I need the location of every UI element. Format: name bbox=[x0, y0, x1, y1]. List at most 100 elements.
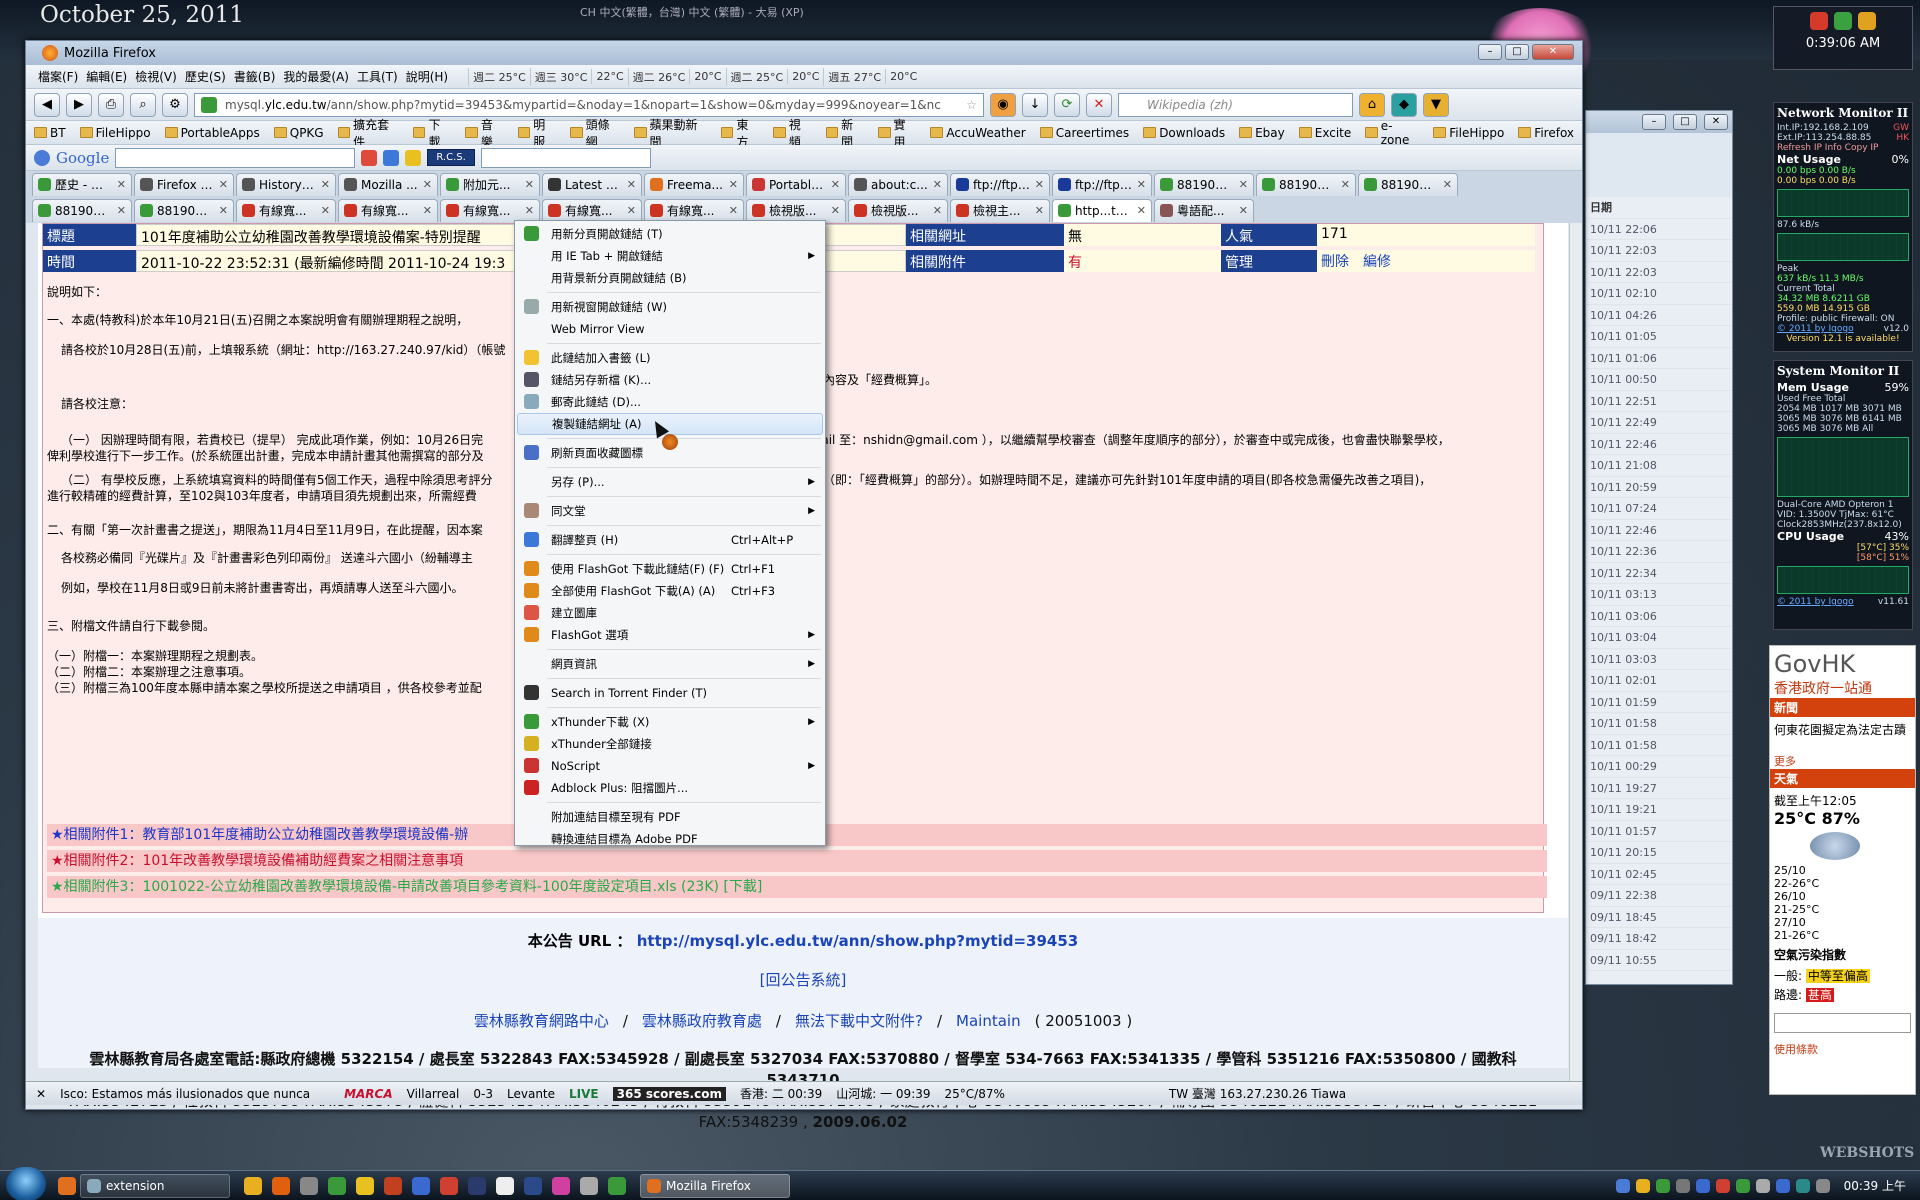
date-row[interactable]: 10/11 03:04 bbox=[1586, 627, 1732, 649]
tab[interactable]: Latest S... ✕ bbox=[542, 172, 642, 196]
bookmark-item[interactable]: Downloads bbox=[1143, 126, 1225, 140]
minimize-button[interactable]: – bbox=[1478, 44, 1502, 60]
date-row[interactable]: 10/11 21:08 bbox=[1586, 455, 1732, 477]
tab[interactable]: 檢視版... ✕ bbox=[848, 198, 948, 222]
weather-item[interactable]: 20°C bbox=[885, 69, 921, 84]
date-row[interactable]: 09/11 10:55 bbox=[1586, 950, 1732, 971]
quicklaunch-app-icon[interactable] bbox=[384, 1176, 402, 1195]
tab[interactable]: Firefox -... ✕ bbox=[134, 172, 234, 196]
firefox-quicklaunch-icon[interactable] bbox=[58, 1176, 76, 1195]
date-row[interactable]: 10/11 19:27 bbox=[1586, 778, 1732, 799]
menu-item[interactable]: 工具(T) bbox=[353, 68, 402, 85]
rss-button[interactable]: ◉ bbox=[990, 92, 1016, 117]
tab[interactable]: 881903.... ✕ bbox=[1256, 172, 1356, 196]
taskbar-firefox-window[interactable]: Mozilla Firefox bbox=[640, 1173, 790, 1198]
tab[interactable]: 881903.... ✕ bbox=[32, 198, 132, 222]
date-row[interactable]: 10/11 22:03 bbox=[1586, 262, 1732, 283]
news-ticker[interactable]: Isco: Estamos más ilusionados que nunca bbox=[60, 1087, 330, 1101]
tab-close-icon[interactable]: ✕ bbox=[831, 204, 840, 217]
date-row[interactable]: 09/11 18:42 bbox=[1586, 928, 1732, 950]
close-button[interactable]: ✕ bbox=[1532, 44, 1574, 60]
date-row[interactable]: 10/11 03:06 bbox=[1586, 606, 1732, 627]
quicklaunch-app-icon[interactable] bbox=[552, 1176, 570, 1195]
context-menu-item[interactable]: 建立圖庫 bbox=[517, 602, 823, 624]
reload-button[interactable]: ⟳ bbox=[1054, 92, 1080, 117]
restart-icon[interactable] bbox=[1834, 12, 1852, 30]
quicklaunch-app-icon[interactable] bbox=[328, 1176, 346, 1195]
tab-close-icon[interactable]: ✕ bbox=[933, 178, 942, 191]
forward-button[interactable]: ▶ bbox=[66, 92, 92, 117]
extension-button[interactable]: ◆ bbox=[1391, 92, 1417, 117]
bookmark-item[interactable]: BT bbox=[34, 126, 66, 140]
context-menu-item[interactable]: Search in Torrent Finder (T) bbox=[517, 682, 823, 704]
edit-link[interactable]: 編修 bbox=[1363, 251, 1391, 271]
context-menu-item[interactable]: 鏈結另存新檔 (K)... bbox=[517, 369, 823, 391]
menu-item[interactable]: 書籤(B) bbox=[230, 68, 280, 85]
tab[interactable]: 有線寬... ✕ bbox=[542, 198, 642, 222]
context-menu-item[interactable]: NoScript ▶ bbox=[517, 755, 823, 777]
quicklaunch-app-icon[interactable] bbox=[580, 1176, 598, 1195]
tab[interactable]: about:c... ✕ bbox=[848, 172, 948, 196]
tab-close-icon[interactable]: ✕ bbox=[729, 178, 738, 191]
tab-close-icon[interactable]: ✕ bbox=[117, 204, 126, 217]
weather-item[interactable]: 20°C bbox=[787, 69, 823, 84]
weather-item[interactable]: 週三 30°C bbox=[529, 67, 592, 86]
live-badge[interactable]: LIVE bbox=[569, 1087, 599, 1101]
tab-close-icon[interactable]: ✕ bbox=[1239, 178, 1248, 191]
ime-indicator[interactable]: CH 中文(繁體，台灣) 中文 (繁體) - 大易 (XP) bbox=[580, 4, 804, 20]
tab-close-icon[interactable]: ✕ bbox=[219, 178, 228, 191]
tab-close-icon[interactable]: ✕ bbox=[627, 178, 636, 191]
maximize-button[interactable]: □ bbox=[1673, 114, 1697, 130]
context-menu-item[interactable]: 用新分頁開啟鏈結 (T) bbox=[517, 223, 823, 245]
date-row[interactable]: 10/11 22:34 bbox=[1586, 563, 1732, 584]
date-row[interactable]: 10/11 20:59 bbox=[1586, 477, 1732, 498]
tab[interactable]: 有線寬... ✕ bbox=[236, 198, 336, 222]
date-row[interactable]: 10/11 03:13 bbox=[1586, 584, 1732, 606]
tab-close-icon[interactable]: ✕ bbox=[933, 204, 942, 217]
weather-item[interactable]: 週二 25°C bbox=[725, 67, 788, 86]
translate-icon[interactable] bbox=[383, 149, 400, 166]
context-menu-item[interactable]: 轉換連結目標為 Adobe PDF bbox=[517, 828, 823, 850]
date-row[interactable]: 10/11 22:46 bbox=[1586, 520, 1732, 541]
find-button[interactable]: ⌕ bbox=[130, 92, 156, 117]
tab[interactable]: History ... ✕ bbox=[236, 172, 336, 196]
context-menu-item[interactable]: xThunder全部鏈接 bbox=[517, 733, 823, 755]
google-toolbar-icon[interactable] bbox=[34, 149, 50, 166]
quicklaunch-app-icon[interactable] bbox=[608, 1176, 626, 1195]
tab-close-icon[interactable]: ✕ bbox=[1137, 178, 1146, 191]
tab[interactable]: 有線寬... ✕ bbox=[440, 198, 540, 222]
bookmark-item[interactable]: e-zone bbox=[1365, 119, 1419, 147]
date-row[interactable]: 10/11 02:10 bbox=[1586, 283, 1732, 305]
weather-item[interactable]: 週二 25°C bbox=[468, 67, 530, 86]
close-ticker-icon[interactable]: ✕ bbox=[36, 1087, 46, 1101]
date-row[interactable]: 10/11 22:06 bbox=[1586, 219, 1732, 240]
date-row[interactable]: 10/11 07:24 bbox=[1586, 498, 1732, 520]
context-menu-item[interactable]: 附加連結目標至現有 PDF bbox=[517, 806, 823, 828]
date-row[interactable]: 10/11 22:51 bbox=[1586, 391, 1732, 412]
close-button[interactable]: ✕ bbox=[1704, 114, 1728, 130]
quicklaunch-app-icon[interactable] bbox=[496, 1176, 514, 1195]
footer-link[interactable]: 雲林縣政府教育處 bbox=[642, 1010, 762, 1031]
tab-close-icon[interactable]: ✕ bbox=[219, 204, 228, 217]
context-menu-item[interactable]: 此鏈結加入書籤 (L) bbox=[517, 347, 823, 369]
context-menu-item[interactable]: 翻譯整頁 (H) Ctrl+Alt+P bbox=[517, 529, 823, 551]
download-button[interactable]: ↓ bbox=[1022, 92, 1048, 117]
context-menu-item[interactable]: Web Mirror View bbox=[517, 318, 823, 340]
tab-close-icon[interactable]: ✕ bbox=[321, 204, 330, 217]
minimize-button[interactable]: – bbox=[1642, 114, 1666, 130]
context-menu-item[interactable]: 複製鏈結網址 (A) bbox=[517, 413, 823, 435]
context-menu-item[interactable]: 用 IE Tab + 開啟鏈結 ▶ bbox=[517, 245, 823, 267]
bookmark-item[interactable]: FileHippo bbox=[1433, 126, 1504, 140]
attachment-1-link[interactable]: ★相關附件1：教育部101年度補助公立幼稚園改善教學環境設備-辦 bbox=[51, 827, 468, 843]
delete-link[interactable]: 刪除 bbox=[1321, 251, 1349, 271]
quicklaunch-app-icon[interactable] bbox=[356, 1176, 374, 1195]
date-row[interactable]: 10/11 01:05 bbox=[1586, 326, 1732, 348]
context-menu-item[interactable]: 用背景新分頁開啟鏈結 (B) bbox=[517, 267, 823, 289]
announcement-url-link[interactable]: http://mysql.ylc.edu.tw/ann/show.php?myt… bbox=[637, 932, 1078, 950]
title-bar[interactable]: Mozilla Firefox bbox=[26, 41, 1582, 65]
date-row[interactable]: 10/11 01:57 bbox=[1586, 821, 1732, 842]
weather-item[interactable]: 20°C bbox=[689, 69, 725, 84]
marca-logo[interactable]: MARCA bbox=[344, 1087, 393, 1101]
tab-close-icon[interactable]: ✕ bbox=[627, 204, 636, 217]
tab-close-icon[interactable]: ✕ bbox=[525, 178, 534, 191]
